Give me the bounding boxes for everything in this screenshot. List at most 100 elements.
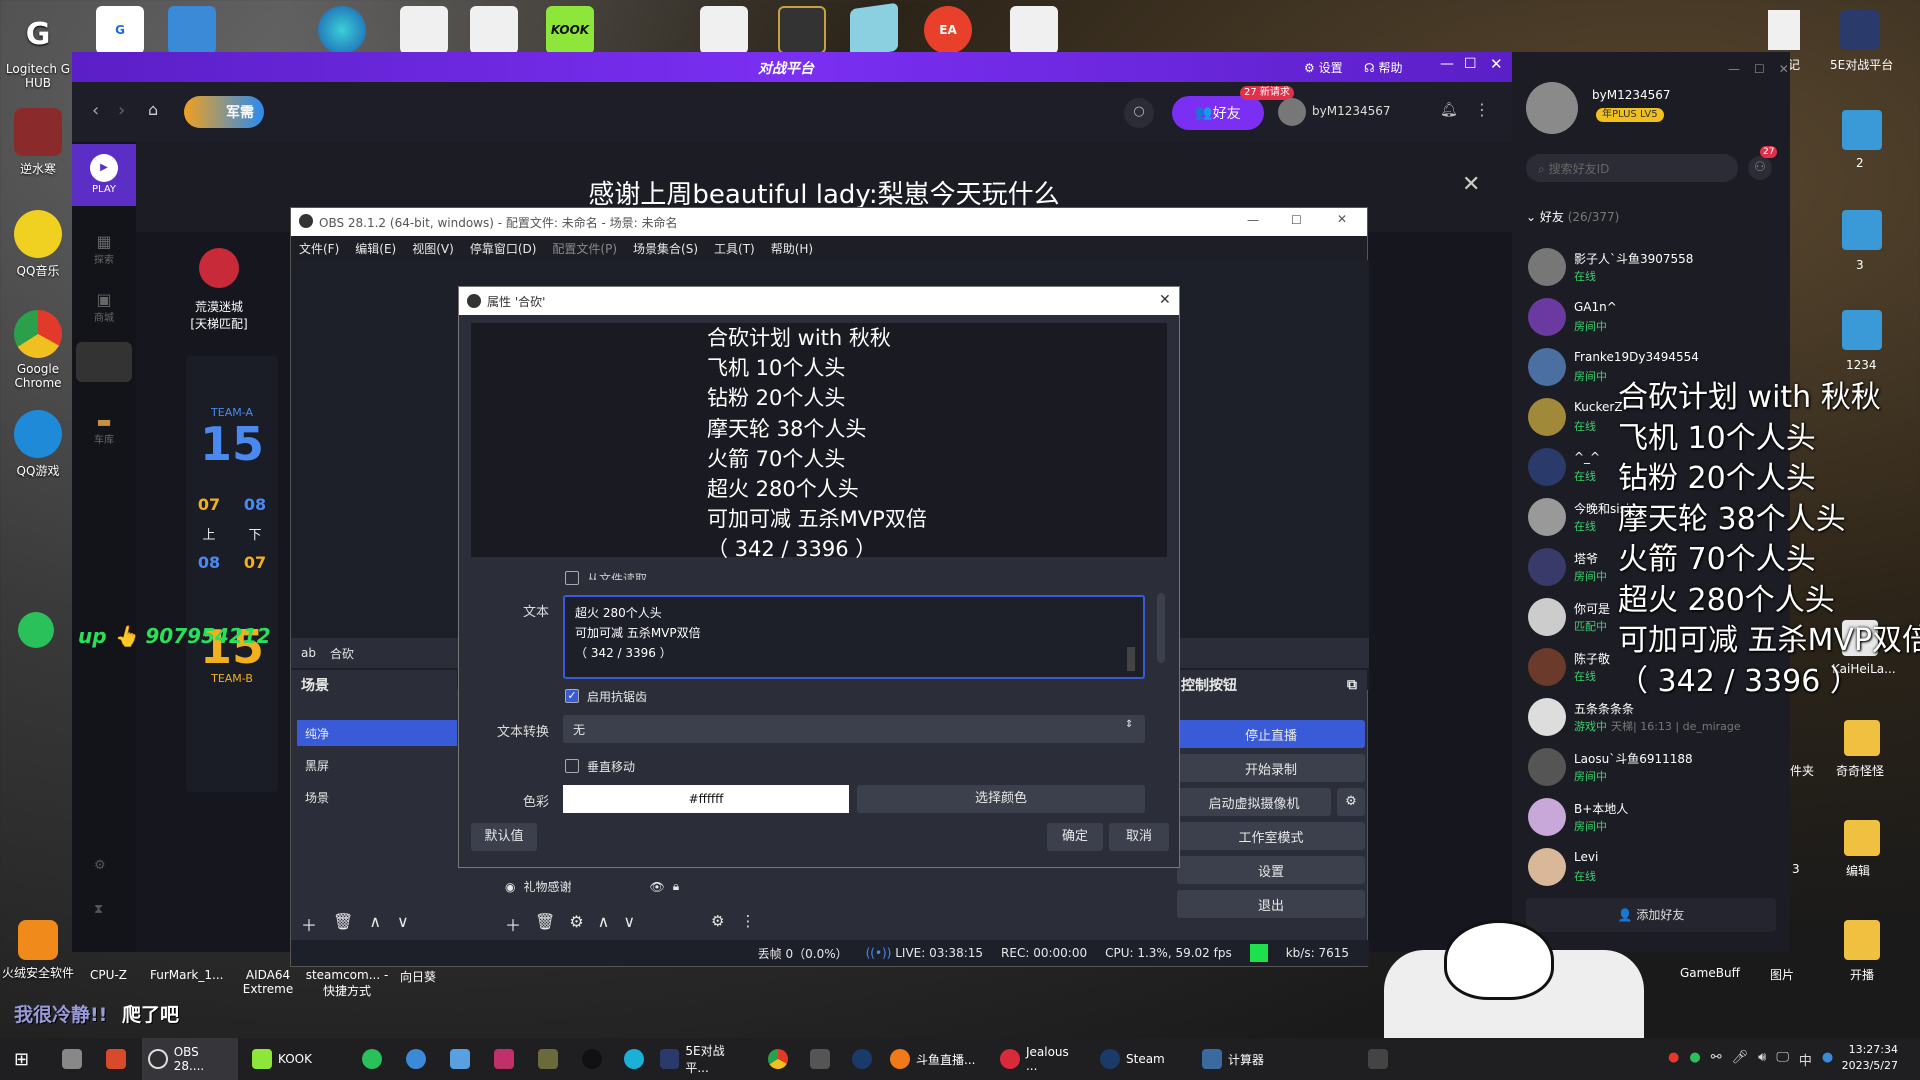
- studio-mode-button[interactable]: 工作室模式: [1177, 822, 1365, 850]
- nav-username[interactable]: byM1234567: [1312, 104, 1391, 118]
- ok-button[interactable]: 确定: [1047, 823, 1103, 851]
- trash-icon[interactable]: 🗑︎: [535, 912, 555, 936]
- file-icon[interactable]: [470, 6, 518, 54]
- start-icon[interactable]: ⊞: [8, 1038, 35, 1080]
- taskbar-pinned-icon[interactable]: [762, 1038, 794, 1080]
- friends-button[interactable]: 👥 好友: [1172, 96, 1264, 130]
- exit-button[interactable]: 退出: [1177, 890, 1365, 918]
- source-item-gift[interactable]: ◉ 礼物感谢 👁︎ 🔒︎: [505, 878, 679, 895]
- minimize-icon[interactable]: —: [1440, 56, 1454, 72]
- close-icon[interactable]: ✕: [1337, 212, 1347, 226]
- vertical-checkbox[interactable]: [565, 759, 579, 773]
- friend-list-item[interactable]: Levi 在线: [1512, 842, 1790, 892]
- close-icon[interactable]: ✕: [1779, 62, 1789, 76]
- scene-item-scene[interactable]: 场景: [297, 784, 457, 810]
- file-icon[interactable]: [700, 6, 748, 54]
- tray-display-icon[interactable]: 🖵︎: [1776, 1050, 1789, 1069]
- winrar-icon[interactable]: [168, 6, 216, 54]
- winrar-icon[interactable]: [1842, 310, 1882, 350]
- taskbar-app-calculator[interactable]: 计算器: [1196, 1038, 1282, 1080]
- taskbar-pinned-icon[interactable]: [618, 1038, 650, 1080]
- transform-select[interactable]: 无 ⇕: [563, 715, 1145, 743]
- banner-close-icon[interactable]: ✕: [1462, 172, 1480, 197]
- tray-mic-icon[interactable]: 🎤︎: [1732, 1050, 1749, 1069]
- taskbar-app-extra[interactable]: [1362, 1038, 1394, 1080]
- ime-indicator[interactable]: 中: [1799, 1050, 1812, 1069]
- maximize-icon[interactable]: ☐: [1291, 213, 1302, 227]
- folder-icon[interactable]: [1844, 920, 1880, 960]
- menu-file[interactable]: 文件(F): [299, 240, 339, 257]
- menu-profile[interactable]: 配置文件(P): [552, 240, 617, 257]
- desktop-icon-steam-shortcut[interactable]: steamcom... - 快捷方式: [305, 968, 389, 999]
- settings-icon[interactable]: ⚙: [711, 912, 724, 930]
- taskbar-pinned-icon[interactable]: [444, 1038, 476, 1080]
- desktop-icon-huorong[interactable]: 火绒安全软件: [0, 920, 76, 981]
- image-icon[interactable]: [778, 6, 826, 54]
- eye-icon[interactable]: 👁︎: [650, 880, 665, 894]
- add-icon[interactable]: ＋: [301, 912, 317, 936]
- tray-wechat-icon[interactable]: ●: [1689, 1050, 1700, 1069]
- home-icon[interactable]: ⌂: [148, 100, 158, 119]
- desktop-icon-cpuz[interactable]: CPU-Z: [90, 968, 127, 982]
- wechat-icon[interactable]: [18, 612, 54, 648]
- taskbar-app-kook[interactable]: KOOK: [246, 1038, 324, 1080]
- taskbar-pinned-icon[interactable]: [356, 1038, 388, 1080]
- desktop-icon-aida64[interactable]: AIDA64 Extreme: [238, 968, 298, 996]
- menu-docks[interactable]: 停靠窗口(D): [470, 240, 537, 257]
- close-icon[interactable]: ✕: [1159, 292, 1171, 308]
- textarea-scrollbar[interactable]: [1127, 647, 1135, 671]
- tray-network-icon[interactable]: ⚯: [1711, 1050, 1722, 1069]
- taskbar-pinned-icon[interactable]: [56, 1038, 88, 1080]
- menu-view[interactable]: 视图(V): [412, 240, 454, 257]
- taskbar-pinned-icon[interactable]: [576, 1038, 608, 1080]
- avatar[interactable]: [1278, 98, 1306, 126]
- settings-link[interactable]: ⚙ 设置: [1304, 59, 1343, 76]
- minimize-icon[interactable]: —: [1728, 62, 1740, 76]
- menu-tools[interactable]: 工具(T): [714, 240, 755, 257]
- file-icon[interactable]: [1768, 10, 1800, 50]
- edge-icon[interactable]: [318, 6, 366, 54]
- taskbar-app-obs[interactable]: OBS 28....: [142, 1038, 238, 1080]
- bell-icon[interactable]: 🔔︎: [1440, 102, 1458, 118]
- menu-scene-collection[interactable]: 场景集合(S): [633, 240, 698, 257]
- add-icon[interactable]: ＋: [505, 912, 521, 936]
- winrar-icon[interactable]: [1842, 210, 1882, 250]
- stop-stream-button[interactable]: 停止直播: [1177, 720, 1365, 748]
- choose-color-button[interactable]: 选择颜色: [857, 785, 1145, 813]
- add-user-icon[interactable]: ⚇: [1748, 156, 1772, 180]
- tray-volume-icon[interactable]: 🔊︎: [1758, 1050, 1766, 1069]
- back-icon[interactable]: ‹: [92, 100, 99, 121]
- game-logo-icon[interactable]: [76, 342, 132, 382]
- forward-icon[interactable]: ›: [118, 100, 125, 121]
- box-icon[interactable]: [850, 2, 898, 58]
- taskbar-pinned-icon[interactable]: [488, 1038, 520, 1080]
- menu-edit[interactable]: 编辑(E): [355, 240, 396, 257]
- friend-list-item[interactable]: B+本地人 房间中: [1512, 792, 1790, 842]
- minimize-icon[interactable]: —: [1247, 213, 1259, 227]
- lock-icon[interactable]: 🔒︎: [673, 879, 679, 894]
- taskbar-app-5e[interactable]: 5E对战平...: [654, 1038, 752, 1080]
- taskbar-pinned-icon[interactable]: [100, 1038, 132, 1080]
- folder-icon[interactable]: [1844, 820, 1880, 856]
- cancel-button[interactable]: 取消: [1109, 823, 1169, 851]
- desktop-icon-chrome[interactable]: Google Chrome: [0, 310, 76, 390]
- tray-weibo-icon[interactable]: ●: [1668, 1050, 1679, 1069]
- junxu-tag[interactable]: 军需: [184, 96, 264, 128]
- taskbar-pinned-icon[interactable]: [400, 1038, 432, 1080]
- menu-help[interactable]: 帮助(H): [771, 240, 813, 257]
- desktop-icon-logitech[interactable]: G Logitech G HUB: [0, 10, 76, 91]
- down-icon[interactable]: ∨: [623, 912, 635, 936]
- friend-list-item[interactable]: 影子人`斗鱼3907558 在线: [1512, 242, 1790, 292]
- antialias-checkbox[interactable]: ✓: [565, 689, 579, 703]
- desktop-icon-furmark[interactable]: FurMark_1...: [150, 968, 223, 982]
- file-icon[interactable]: [1010, 6, 1058, 54]
- friends-group-header[interactable]: ⌄ 好友 (26/377): [1526, 208, 1619, 225]
- desktop-icon-qqgame[interactable]: QQ游戏: [0, 410, 76, 479]
- kook-icon[interactable]: KOOK: [546, 6, 594, 54]
- text-textarea[interactable]: 超火 280个人头 可加可减 五杀MVP双倍 （ 342 / 3396 ）: [563, 595, 1145, 679]
- 5e-icon[interactable]: [1840, 10, 1880, 50]
- virtual-camera-button[interactable]: 启动虚拟摄像机: [1177, 788, 1331, 816]
- file-icon[interactable]: [400, 6, 448, 54]
- collapse-icon[interactable]: ⧗: [94, 902, 103, 917]
- add-friend-button[interactable]: 👤 添加好友: [1526, 898, 1776, 932]
